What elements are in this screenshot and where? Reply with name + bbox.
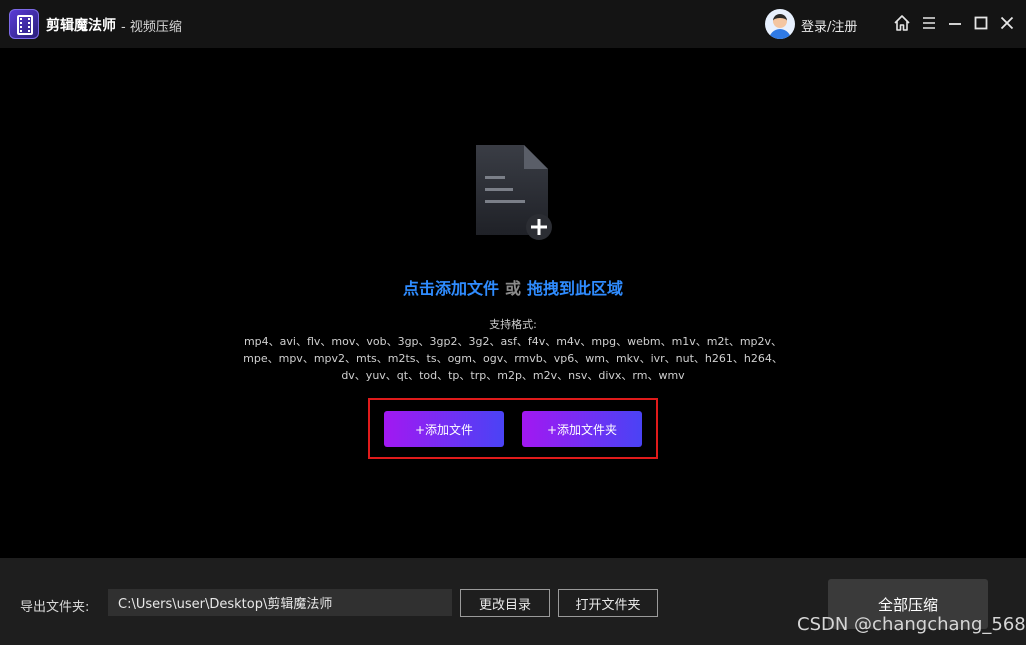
output-path-field[interactable] [108, 589, 452, 616]
app-title: 剪辑魔法师 [46, 18, 116, 34]
home-icon[interactable] [892, 13, 912, 33]
app-logo-icon [9, 9, 39, 39]
maximize-icon[interactable] [971, 13, 991, 33]
click-add-file-link[interactable]: 点击添加文件 [403, 279, 499, 298]
or-text: 或 [504, 279, 521, 298]
change-directory-button[interactable]: 更改目录 [460, 589, 550, 617]
minimize-icon[interactable] [945, 13, 965, 33]
output-folder-label: 导出文件夹: [20, 600, 90, 615]
page-subtitle: - 视频压缩 [121, 20, 182, 35]
add-folder-button[interactable]: +添加文件夹 [522, 411, 642, 447]
menu-icon[interactable] [919, 13, 939, 33]
watermark: CSDN @changchang_568 [797, 614, 1026, 635]
formats-list-line-2: mpe、mpv、mpv2、mts、m2ts、ts、ogm、ogv、rmvb、vp… [243, 352, 783, 365]
formats-list-line-1: mp4、avi、flv、mov、vob、3gp、3gp2、3g2、asf、f4v… [243, 335, 783, 348]
drag-here-text: 拖拽到此区域 [527, 279, 624, 298]
formats-label: 支持格式: [489, 318, 537, 331]
dropzone-hint[interactable]: 点击添加文件或拖拽到此区域 [0, 275, 1026, 299]
add-file-button[interactable]: +添加文件 [384, 411, 504, 447]
file-add-icon[interactable] [474, 143, 554, 241]
formats-list-line-3: dv、yuv、qt、tod、tp、trp、m2p、m2v、nsv、divx、rm… [341, 369, 685, 382]
avatar[interactable] [765, 9, 795, 39]
login-register-link[interactable]: 登录/注册 [801, 16, 857, 35]
close-icon[interactable] [997, 13, 1017, 33]
open-folder-button[interactable]: 打开文件夹 [558, 589, 658, 617]
